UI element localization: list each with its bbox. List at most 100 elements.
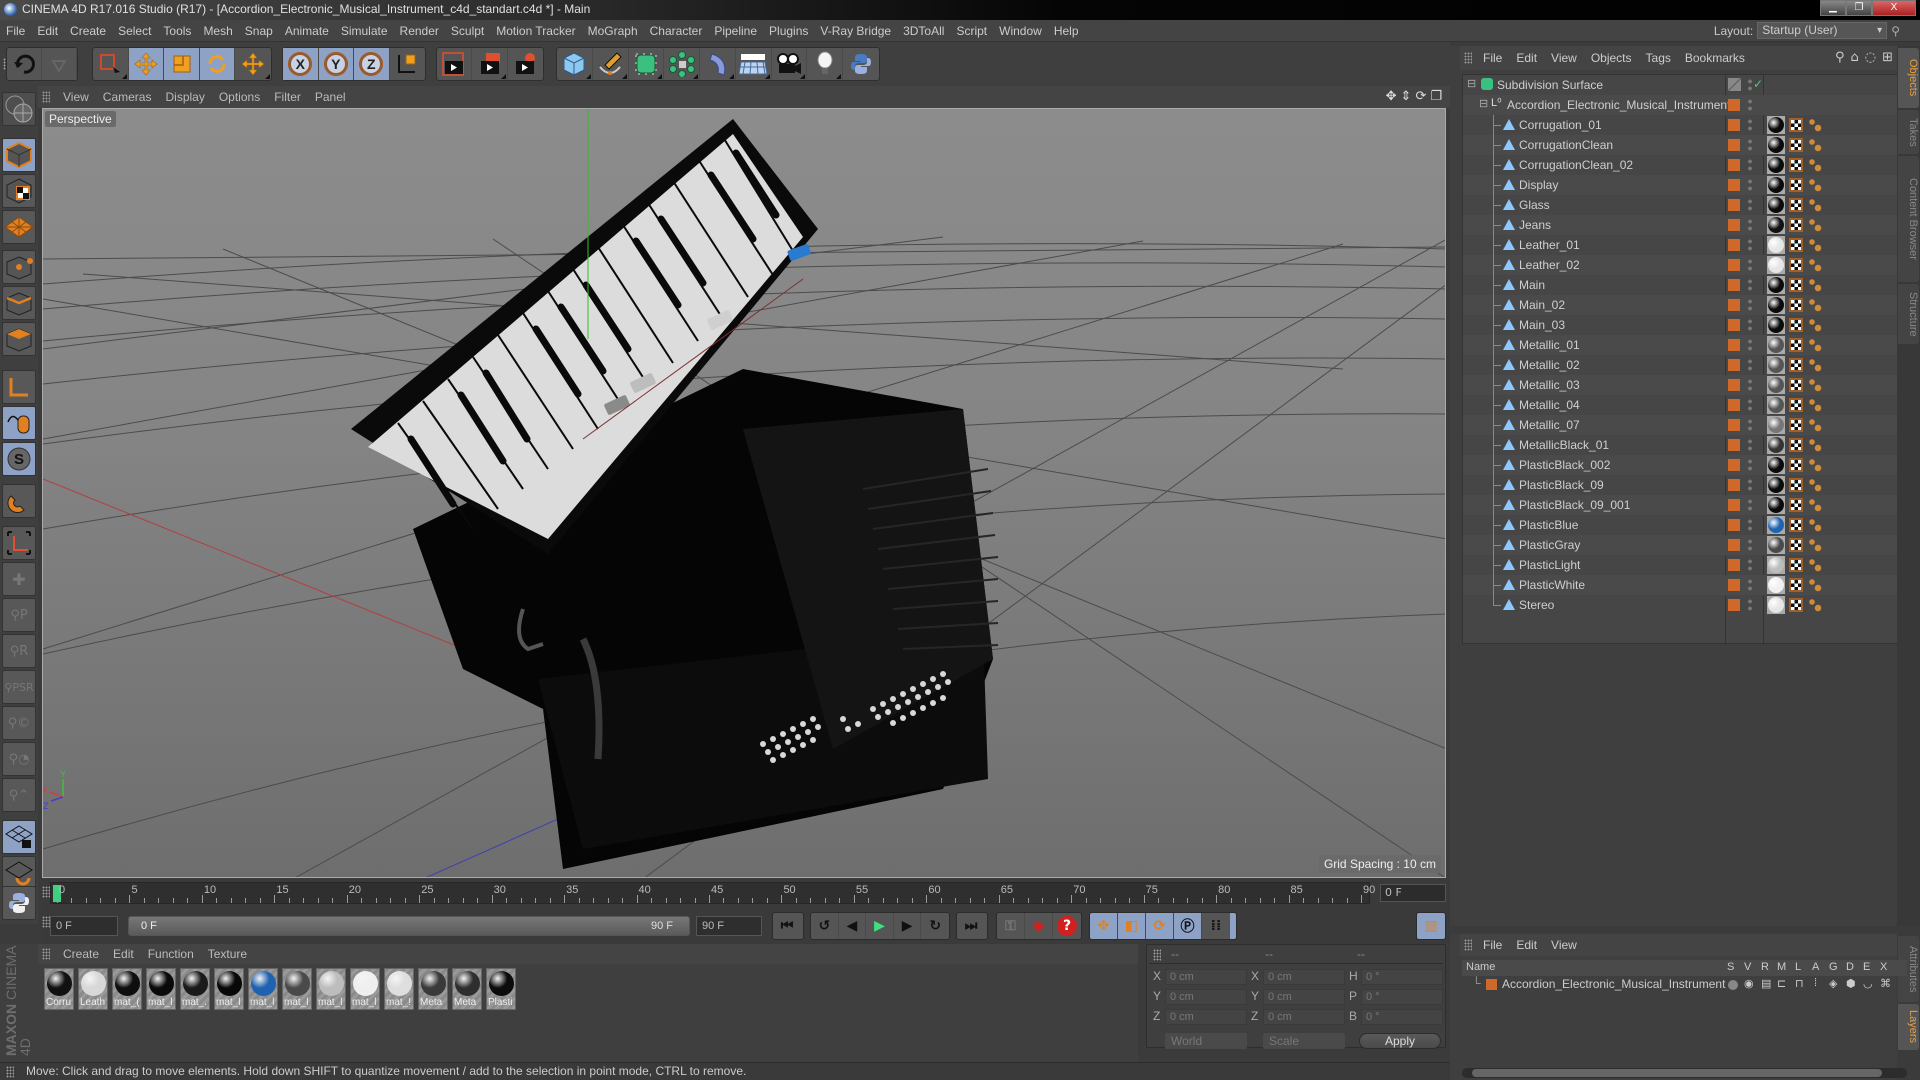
objects-menu-view[interactable]: View: [1544, 46, 1584, 70]
material-menu-function[interactable]: Function: [141, 944, 201, 964]
material-tag[interactable]: [1767, 596, 1785, 614]
material-tag[interactable]: [1767, 276, 1785, 294]
tree-row-object[interactable]: Corrugation_01: [1463, 115, 1907, 135]
key-position-button[interactable]: ✥: [1090, 913, 1118, 939]
align-workplane-button[interactable]: [2, 856, 36, 890]
phong-tag-icon[interactable]: [1808, 398, 1822, 412]
size-mode-dropdown[interactable]: Scale: [1263, 1033, 1345, 1049]
objects-menu-file[interactable]: File: [1476, 46, 1509, 70]
tree-row-accordion-group[interactable]: ⊟ L⁰ Accordion_Electronic_Musical_Instru…: [1463, 95, 1907, 115]
uvw-tag-checker-icon[interactable]: [1789, 358, 1803, 372]
model-mode-button[interactable]: [2, 138, 36, 172]
material-thumbnail[interactable]: mat_!: [384, 968, 414, 1010]
material-thumbnail[interactable]: mat_l: [214, 968, 244, 1010]
object-name[interactable]: Metallic_04: [1519, 398, 1580, 412]
tree-row-object[interactable]: Leather_01: [1463, 235, 1907, 255]
object-name[interactable]: CorrugationClean_02: [1519, 158, 1633, 172]
object-name[interactable]: Stereo: [1519, 598, 1554, 612]
lock-workplane-button[interactable]: [2, 820, 36, 854]
visibility-dots[interactable]: [1748, 378, 1752, 392]
material-thumbnail[interactable]: Meta: [418, 968, 448, 1010]
minimize-button[interactable]: ▁: [1820, 0, 1846, 16]
menu-create[interactable]: Create: [64, 20, 112, 42]
layer-color-swatch[interactable]: [1728, 539, 1740, 551]
cube-button[interactable]: [557, 48, 593, 80]
phong-tag-icon[interactable]: [1808, 458, 1822, 472]
phong-tag-icon[interactable]: [1808, 218, 1822, 232]
layer-color-swatch[interactable]: [1728, 479, 1740, 491]
visibility-dots[interactable]: [1748, 318, 1752, 332]
layer-empty-icon[interactable]: [1728, 78, 1741, 91]
uvw-tag-checker-icon[interactable]: [1789, 538, 1803, 552]
viewport-menu-filter[interactable]: Filter: [267, 86, 308, 108]
pin-psr-button[interactable]: ⚲PSR: [2, 670, 36, 704]
uvw-tag-checker-icon[interactable]: [1789, 178, 1803, 192]
menu-mograph[interactable]: MoGraph: [582, 20, 644, 42]
material-thumbnail[interactable]: Leath: [78, 968, 108, 1010]
menu-edit[interactable]: Edit: [31, 20, 64, 42]
manager-tree-icon[interactable]: ⊏: [1777, 977, 1786, 990]
expression-icon[interactable]: ◡: [1863, 977, 1873, 990]
object-name[interactable]: Subdivision Surface: [1497, 78, 1603, 92]
column-solo[interactable]: S: [1727, 961, 1734, 973]
live-selection-button[interactable]: [93, 48, 129, 80]
objects-menu-edit[interactable]: Edit: [1509, 46, 1544, 70]
new-window-icon[interactable]: ⊞: [1882, 50, 1893, 65]
tree-row-object[interactable]: Main_02: [1463, 295, 1907, 315]
layer-color-swatch[interactable]: [1728, 519, 1740, 531]
material-tag[interactable]: [1767, 296, 1785, 314]
menu-window[interactable]: Window: [993, 20, 1048, 42]
phong-tag-icon[interactable]: [1808, 558, 1822, 572]
camera-button[interactable]: [772, 48, 808, 80]
visibility-dots[interactable]: [1748, 358, 1752, 372]
frame-range-slider[interactable]: 0 F 90 F: [128, 916, 690, 936]
material-tag[interactable]: [1767, 496, 1785, 514]
uvw-tag-checker-icon[interactable]: [1789, 318, 1803, 332]
next-key-button[interactable]: ↻: [921, 913, 949, 939]
menu-render[interactable]: Render: [394, 20, 445, 42]
object-name[interactable]: Jeans: [1519, 218, 1551, 232]
uvw-tag-checker-icon[interactable]: [1789, 278, 1803, 292]
material-tag[interactable]: [1767, 116, 1785, 134]
material-thumbnail[interactable]: mat_l: [350, 968, 380, 1010]
layer-color-swatch[interactable]: [1728, 459, 1740, 471]
viewport-menu-display[interactable]: Display: [158, 86, 211, 108]
tree-row-object[interactable]: Display: [1463, 175, 1907, 195]
restore-button[interactable]: ❐: [1846, 0, 1872, 16]
phong-tag-icon[interactable]: [1808, 598, 1822, 612]
layer-manager-drag-handle[interactable]: [1464, 939, 1472, 951]
apply-button[interactable]: Apply: [1359, 1033, 1441, 1049]
object-name[interactable]: PlasticBlack_002: [1519, 458, 1610, 472]
material-tag[interactable]: [1767, 156, 1785, 174]
visibility-dots[interactable]: [1748, 598, 1752, 612]
phong-tag-icon[interactable]: [1808, 478, 1822, 492]
uvw-tag-checker-icon[interactable]: [1789, 518, 1803, 532]
column-name[interactable]: Name: [1466, 961, 1495, 973]
coordinate-space-dropdown[interactable]: World: [1165, 1033, 1247, 1049]
make-editable-button[interactable]: [2, 92, 36, 126]
visibility-dots[interactable]: [1748, 238, 1752, 252]
material-thumbnail[interactable]: Meta: [452, 968, 482, 1010]
phong-tag-icon[interactable]: [1808, 118, 1822, 132]
previous-frame-button[interactable]: ◀: [839, 913, 867, 939]
layer-name[interactable]: Accordion_Electronic_Musical_Instrument: [1502, 977, 1725, 991]
perspective-viewport[interactable]: Y X Z Perspective Grid Spacing : 10 cm: [42, 108, 1446, 878]
layer-color-swatch[interactable]: [1728, 119, 1740, 131]
menu-mesh[interactable]: Mesh: [197, 20, 238, 42]
objects-menu-bookmarks[interactable]: Bookmarks: [1678, 46, 1752, 70]
object-name[interactable]: Leather_01: [1519, 238, 1580, 252]
magnet-button[interactable]: [2, 484, 36, 518]
undo-button[interactable]: [7, 48, 42, 80]
uvw-tag-checker-icon[interactable]: [1789, 258, 1803, 272]
next-frame-button[interactable]: ▶: [894, 913, 922, 939]
search-icon[interactable]: ⚲: [1835, 50, 1845, 65]
timeline-window-button[interactable]: ▥: [1417, 913, 1445, 939]
menu-sculpt[interactable]: Sculpt: [445, 20, 490, 42]
tree-row-object[interactable]: PlasticBlack_09: [1463, 475, 1907, 495]
keyframe-selection-button[interactable]: ?: [1053, 913, 1081, 939]
pen-spline-button[interactable]: [593, 48, 629, 80]
layer-color-swatch[interactable]: [1728, 159, 1740, 171]
rot-b-field[interactable]: 0 °: [1361, 1009, 1443, 1025]
visible-eye-icon[interactable]: ◉: [1744, 977, 1754, 990]
size-z-field[interactable]: 0 cm: [1263, 1009, 1345, 1025]
